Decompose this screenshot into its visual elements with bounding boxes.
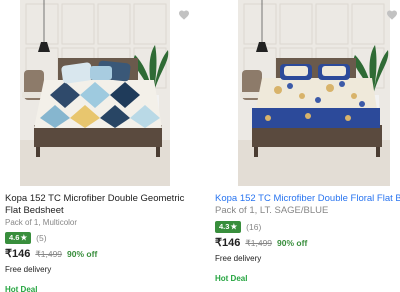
selling-price: ₹146 xyxy=(5,248,31,260)
hot-deal-tag: Hot Deal xyxy=(5,285,38,292)
rating-value: 4.3 xyxy=(219,221,230,231)
rating-row: 4.3 ★ (16) xyxy=(215,220,400,233)
heart-icon[interactable] xyxy=(178,8,190,20)
delivery-info: Free delivery xyxy=(5,265,52,274)
product-image[interactable] xyxy=(20,0,170,186)
original-price: ₹1,499 xyxy=(245,238,273,248)
star-icon: ★ xyxy=(20,232,28,242)
delivery-info: Free delivery xyxy=(215,254,262,263)
rating-value: 4.6 xyxy=(9,232,20,242)
rating-badge: 4.3 ★ xyxy=(215,220,242,233)
discount-percent: 90% off xyxy=(67,249,98,259)
discount-percent: 90% off xyxy=(277,238,308,248)
rating-row: 4.6 ★ (5) xyxy=(5,231,200,244)
rating-badge: 4.6 ★ xyxy=(5,231,32,244)
price-row: ₹146 ₹1,499 90% off xyxy=(215,236,400,250)
product-info: Kopa 152 TC Microfiber Double Geometric … xyxy=(5,193,200,292)
review-count: (5) xyxy=(36,232,47,243)
selling-price: ₹146 xyxy=(215,237,241,249)
heart-icon[interactable] xyxy=(386,8,398,20)
product-title[interactable]: Kopa 152 TC Microfiber Double Floral Fla… xyxy=(215,193,400,217)
product-title-text[interactable]: Kopa 152 TC Microfiber Double Floral Fla… xyxy=(215,193,400,204)
product-card[interactable]: Kopa 152 TC Microfiber Double Floral Fla… xyxy=(210,0,400,292)
review-count: (16) xyxy=(246,221,262,232)
product-variant: Pack of 1, Multicolor xyxy=(5,218,78,227)
original-price: ₹1,499 xyxy=(35,249,63,259)
product-card[interactable]: Kopa 152 TC Microfiber Double Geometric … xyxy=(0,0,200,292)
price-row: ₹146 ₹1,499 90% off xyxy=(5,247,200,261)
hot-deal-tag: Hot Deal xyxy=(215,274,248,283)
product-image[interactable] xyxy=(238,0,390,186)
product-info: Kopa 152 TC Microfiber Double Floral Fla… xyxy=(215,193,400,284)
star-icon: ★ xyxy=(230,221,238,231)
product-title[interactable]: Kopa 152 TC Microfiber Double Geometric … xyxy=(5,193,199,217)
product-variant: Pack of 1, LT. SAGE/BLUE xyxy=(215,205,329,216)
